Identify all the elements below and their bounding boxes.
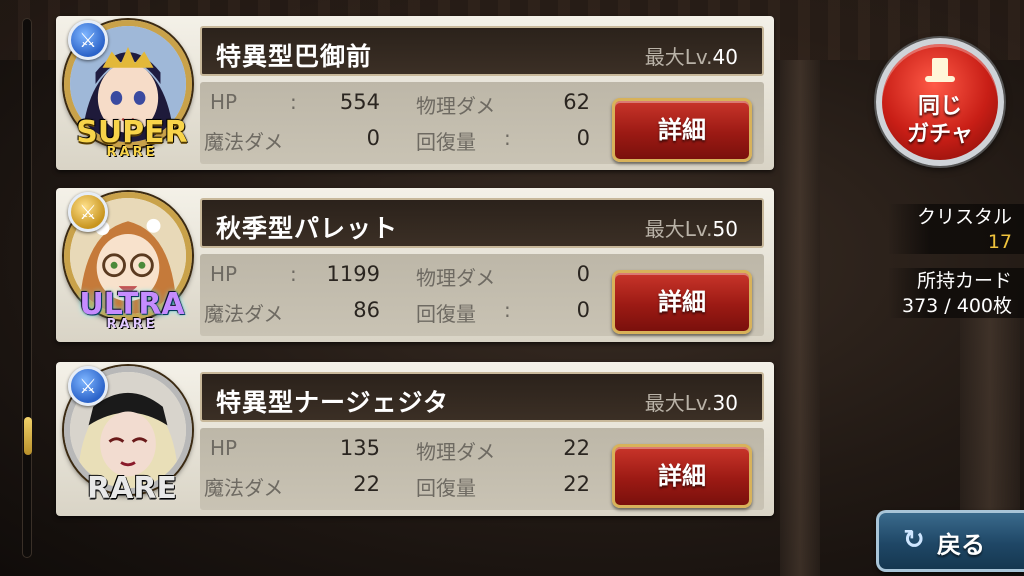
owned-cards-value: 373 / 400枚 — [901, 295, 1012, 317]
phys-damage-value: 62 — [563, 90, 590, 114]
owned-cards-label: 所持カード — [916, 270, 1012, 292]
max-level-label: 最大Lv. — [644, 391, 713, 415]
card-list-item: ⚔ RARE 特異型ナージェジタ 最大Lv.30 HP 135 物理ダメ 22 … — [56, 362, 774, 516]
hp-value: 135 — [339, 436, 380, 460]
crystal-label: クリスタル — [916, 206, 1012, 228]
magic-damage-value: 0 — [366, 126, 380, 150]
background-pillar — [780, 60, 820, 576]
phys-damage-label: 物理ダメ — [416, 440, 496, 464]
hp-value: 1199 — [326, 262, 380, 286]
card-name-bar: 特異型ナージェジタ 最大Lv.30 — [200, 372, 764, 422]
phys-damage-value: 0 — [576, 262, 590, 286]
magic-damage-value: 86 — [353, 298, 380, 322]
heal-value: 22 — [563, 472, 590, 496]
heal-label: 回復量 — [416, 476, 476, 500]
max-level-value: 40 — [712, 45, 738, 69]
back-button[interactable]: ↻ 戻る — [876, 510, 1024, 572]
card-name-bar: 秋季型パレット 最大Lv.50 — [200, 198, 764, 248]
gacha-button-label-line2: ガチャ — [907, 122, 973, 147]
hp-label: HP — [210, 90, 238, 114]
hp-value: 554 — [339, 90, 380, 114]
rarity-label: SUPER — [76, 115, 188, 150]
crystal-value: 17 — [987, 231, 1012, 253]
rarity-label: ULTRA — [79, 287, 185, 322]
hp-label: HP — [210, 262, 238, 286]
magic-damage-label: 魔法ダメ — [204, 476, 284, 500]
same-gacha-button[interactable]: 同じ ガチャ — [876, 38, 1004, 166]
rarity-badge: RARE — [60, 474, 204, 504]
return-arrow-icon: ↻ — [903, 525, 925, 555]
back-button-label: 戻る — [937, 531, 985, 559]
magic-damage-value: 22 — [353, 472, 380, 496]
max-level: 最大Lv.30 — [645, 387, 738, 416]
detail-button[interactable]: 詳細 — [612, 444, 752, 508]
attack-role-icon: ⚔ — [68, 192, 108, 232]
heal-label: 回復量 — [416, 130, 476, 154]
card-list-item: ⚔ ULTRA RARE 秋季型パレット 最大Lv.50 HP : 1199 物… — [56, 188, 774, 342]
phys-damage-value: 22 — [563, 436, 590, 460]
attack-role-icon: ⚔ — [68, 20, 108, 60]
rarity-badge: ULTRA RARE — [60, 287, 204, 332]
crystal-counter: クリスタル 17 — [888, 204, 1024, 254]
stat-colon: : — [290, 90, 297, 114]
stat-colon: : — [290, 262, 297, 286]
attack-role-icon: ⚔ — [68, 366, 108, 406]
max-level-label: 最大Lv. — [644, 217, 713, 241]
list-scrollbar[interactable] — [22, 18, 32, 558]
detail-button[interactable]: 詳細 — [612, 270, 752, 334]
card-name: 特異型巴御前 — [216, 42, 373, 71]
max-level-value: 50 — [712, 217, 738, 241]
card-list-item: ⚔ SUPER RARE 特異型巴御前 最大Lv.40 HP : 554 物理ダ… — [56, 16, 774, 170]
rarity-badge: SUPER RARE — [60, 115, 204, 160]
magic-damage-label: 魔法ダメ — [204, 302, 284, 326]
phys-damage-label: 物理ダメ — [416, 266, 496, 290]
hp-label: HP — [210, 436, 238, 460]
background-pillar — [960, 300, 1020, 520]
max-level: 最大Lv.40 — [645, 41, 738, 70]
heal-value: 0 — [576, 298, 590, 322]
card-name-bar: 特異型巴御前 最大Lv.40 — [200, 26, 764, 76]
game-screen: ⚔ SUPER RARE 特異型巴御前 最大Lv.40 HP : 554 物理ダ… — [0, 0, 1024, 576]
max-level-label: 最大Lv. — [644, 45, 713, 69]
owned-cards-counter: 所持カード 373 / 400枚 — [888, 268, 1024, 318]
phys-damage-label: 物理ダメ — [416, 94, 496, 118]
heal-value: 0 — [576, 126, 590, 150]
gacha-machine-icon — [925, 58, 955, 82]
magic-damage-label: 魔法ダメ — [204, 130, 284, 154]
card-name: 特異型ナージェジタ — [216, 388, 450, 417]
card-name: 秋季型パレット — [216, 214, 399, 243]
max-level-value: 30 — [712, 391, 738, 415]
rarity-label: RARE — [87, 471, 177, 506]
detail-button[interactable]: 詳細 — [612, 98, 752, 162]
max-level: 最大Lv.50 — [645, 213, 738, 242]
scrollbar-thumb[interactable] — [24, 417, 32, 455]
heal-label: 回復量 — [416, 302, 476, 326]
